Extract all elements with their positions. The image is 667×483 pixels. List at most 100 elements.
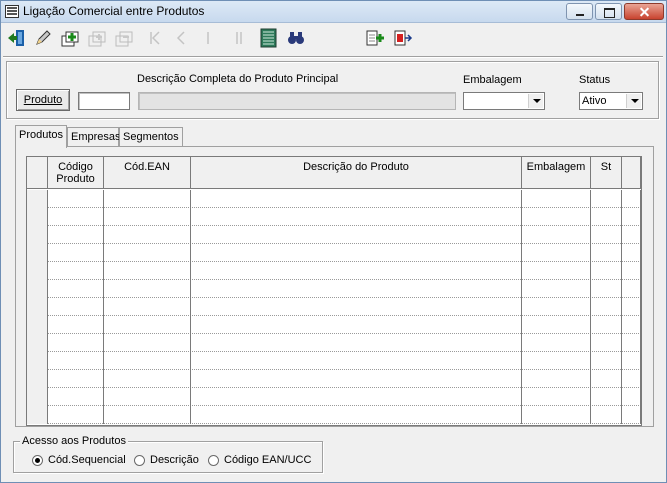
table-cell[interactable] <box>191 280 522 298</box>
table-cell[interactable] <box>522 316 591 334</box>
table-row[interactable] <box>27 262 641 280</box>
table-cell[interactable] <box>591 190 622 208</box>
minimize-button[interactable] <box>566 3 593 20</box>
table-cell[interactable] <box>48 406 104 424</box>
table-cell[interactable] <box>591 298 622 316</box>
insert-link-button[interactable] <box>363 26 387 50</box>
table-cell[interactable] <box>191 226 522 244</box>
list-button[interactable] <box>256 26 280 50</box>
table-cell[interactable] <box>522 406 591 424</box>
table-row[interactable] <box>27 388 641 406</box>
table-cell[interactable] <box>522 334 591 352</box>
table-cell[interactable] <box>191 244 522 262</box>
column-header-st[interactable]: St <box>591 157 622 189</box>
first-record-button[interactable] <box>142 26 166 50</box>
table-row[interactable] <box>27 334 641 352</box>
radio-codigo-ean[interactable] <box>208 455 219 466</box>
column-header-descricao[interactable]: Descrição do Produto <box>191 157 522 189</box>
tab-segmentos[interactable]: Segmentos <box>119 127 183 147</box>
table-cell[interactable] <box>104 262 191 280</box>
add-button[interactable] <box>58 26 82 50</box>
column-header-cod-ean[interactable]: Cód.EAN <box>104 157 191 189</box>
table-cell[interactable] <box>591 244 622 262</box>
table-cell[interactable] <box>104 190 191 208</box>
table-cell[interactable] <box>522 208 591 226</box>
products-grid[interactable]: Código Produto Cód.EAN Descrição do Prod… <box>26 156 642 426</box>
table-cell[interactable] <box>191 316 522 334</box>
embalagem-select[interactable] <box>463 92 545 110</box>
column-header-codigo-produto[interactable]: Código Produto <box>48 157 104 189</box>
table-cell[interactable] <box>104 280 191 298</box>
table-cell[interactable] <box>591 226 622 244</box>
table-cell[interactable] <box>48 280 104 298</box>
radio-codigo-ean-label[interactable]: Código EAN/UCC <box>224 454 311 466</box>
table-cell[interactable] <box>522 226 591 244</box>
status-select[interactable]: Ativo <box>579 92 643 110</box>
table-row[interactable] <box>27 298 641 316</box>
radio-descricao[interactable] <box>134 455 145 466</box>
table-cell[interactable] <box>48 262 104 280</box>
table-cell[interactable] <box>104 406 191 424</box>
copy-button[interactable] <box>85 26 109 50</box>
table-cell[interactable] <box>591 262 622 280</box>
table-cell[interactable] <box>591 316 622 334</box>
edit-button[interactable] <box>31 26 55 50</box>
chevron-down-icon[interactable] <box>528 94 543 108</box>
table-row[interactable] <box>27 316 641 334</box>
chevron-down-icon[interactable] <box>626 94 641 108</box>
remove-link-button[interactable] <box>391 26 415 50</box>
table-cell[interactable] <box>48 370 104 388</box>
table-cell[interactable] <box>48 316 104 334</box>
table-cell[interactable] <box>104 226 191 244</box>
table-cell[interactable] <box>48 388 104 406</box>
table-cell[interactable] <box>104 388 191 406</box>
produto-button[interactable]: Produto <box>16 89 70 111</box>
table-cell[interactable] <box>522 244 591 262</box>
table-cell[interactable] <box>591 208 622 226</box>
table-cell[interactable] <box>48 298 104 316</box>
exit-button[interactable] <box>4 26 28 50</box>
table-cell[interactable] <box>104 370 191 388</box>
table-cell[interactable] <box>48 244 104 262</box>
table-cell[interactable] <box>48 190 104 208</box>
radio-cod-sequencial[interactable] <box>32 455 43 466</box>
table-cell[interactable] <box>191 334 522 352</box>
table-cell[interactable] <box>191 388 522 406</box>
table-cell[interactable] <box>48 334 104 352</box>
column-header-embalagem[interactable]: Embalagem <box>522 157 591 189</box>
tab-empresas[interactable]: Empresas <box>67 127 121 147</box>
tab-produtos[interactable]: Produtos <box>15 125 67 148</box>
table-row[interactable] <box>27 226 641 244</box>
table-cell[interactable] <box>191 352 522 370</box>
table-row[interactable] <box>27 352 641 370</box>
table-cell[interactable] <box>104 316 191 334</box>
produto-code-input[interactable] <box>78 92 130 110</box>
table-cell[interactable] <box>522 370 591 388</box>
table-cell[interactable] <box>104 244 191 262</box>
table-row[interactable] <box>27 208 641 226</box>
table-row[interactable] <box>27 406 641 424</box>
search-button[interactable] <box>284 26 308 50</box>
table-cell[interactable] <box>104 352 191 370</box>
table-row[interactable] <box>27 370 641 388</box>
table-cell[interactable] <box>104 334 191 352</box>
table-cell[interactable] <box>191 370 522 388</box>
table-cell[interactable] <box>522 190 591 208</box>
close-button[interactable] <box>624 3 664 20</box>
table-cell[interactable] <box>591 406 622 424</box>
table-cell[interactable] <box>48 226 104 244</box>
table-cell[interactable] <box>191 190 522 208</box>
table-cell[interactable] <box>591 388 622 406</box>
maximize-button[interactable] <box>595 3 622 20</box>
table-cell[interactable] <box>191 262 522 280</box>
radio-cod-sequencial-label[interactable]: Cód.Sequencial <box>48 454 126 466</box>
remove-button[interactable] <box>112 26 136 50</box>
table-cell[interactable] <box>591 280 622 298</box>
table-cell[interactable] <box>522 388 591 406</box>
table-cell[interactable] <box>104 298 191 316</box>
last-record-button[interactable] <box>227 26 251 50</box>
table-cell[interactable] <box>191 208 522 226</box>
table-cell[interactable] <box>522 280 591 298</box>
radio-descricao-label[interactable]: Descrição <box>150 454 199 466</box>
table-cell[interactable] <box>48 352 104 370</box>
